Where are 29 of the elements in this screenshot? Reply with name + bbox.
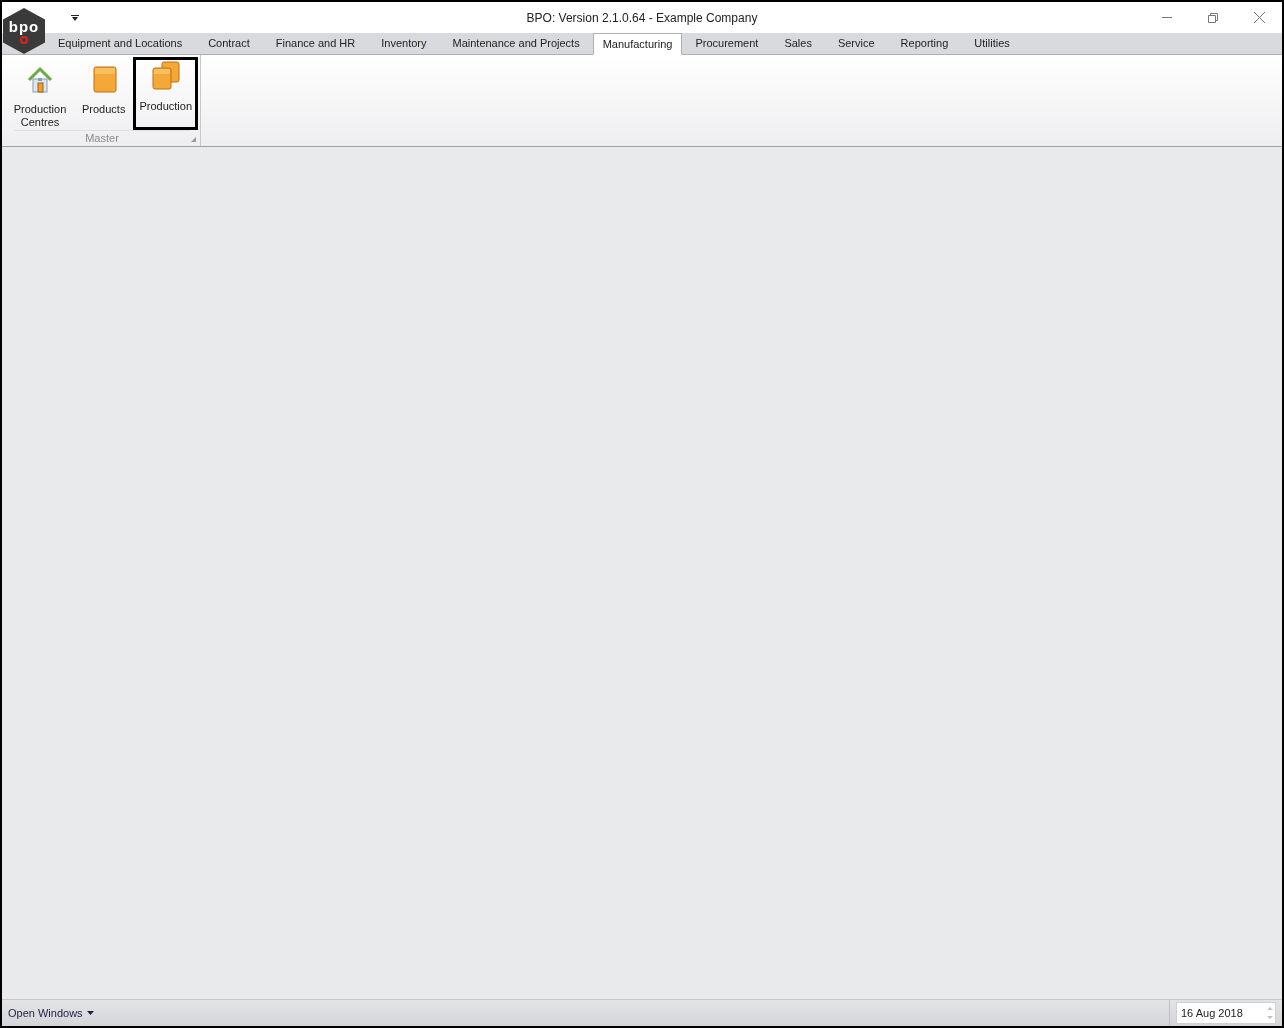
ribbon-button[interactable]: Products: [76, 57, 132, 130]
ribbon-tab[interactable]: Reporting: [887, 33, 962, 54]
minimize-icon: [1162, 17, 1172, 18]
dialog-launcher-icon[interactable]: [191, 137, 196, 142]
ribbon-tab[interactable]: Manufacturing: [592, 33, 683, 55]
ribbon-tab[interactable]: Finance and HR: [262, 33, 369, 54]
ribbon-tab[interactable]: Procurement: [682, 33, 772, 54]
open-windows-button[interactable]: Open Windows: [8, 1004, 94, 1022]
window-title: BPO: Version 2.1.0.64 - Example Company: [525, 9, 759, 27]
ribbon-tab[interactable]: Sales: [771, 33, 825, 54]
ribbon-tab[interactable]: Maintenance and Projects: [439, 33, 593, 54]
spin-arrows-icon[interactable]: [1267, 1006, 1273, 1020]
ribbon-button[interactable]: Production Centres: [6, 57, 74, 130]
restore-icon: [1208, 12, 1218, 23]
date-value: 16 Aug 2018: [1181, 1005, 1243, 1021]
ribbon-tab[interactable]: Equipment and Locations: [45, 33, 196, 54]
house-icon: [25, 64, 55, 94]
date-field[interactable]: 16 Aug 2018: [1176, 1002, 1276, 1024]
caret-icon: [86, 1011, 94, 1015]
ribbon-button[interactable]: Production: [133, 57, 198, 130]
ribbon-tab[interactable]: Inventory: [368, 33, 440, 54]
ribbon-tab[interactable]: Utilities: [961, 33, 1023, 54]
group-label: Master: [85, 131, 119, 145]
ribbon-tab[interactable]: Contract: [195, 33, 263, 54]
dropdown-icon[interactable]: [71, 15, 79, 21]
close-icon: [1253, 12, 1265, 23]
app-logo[interactable]: bpo: [3, 8, 45, 54]
boxes-icon: [150, 61, 181, 91]
ribbon-tab[interactable]: Service: [824, 33, 888, 54]
